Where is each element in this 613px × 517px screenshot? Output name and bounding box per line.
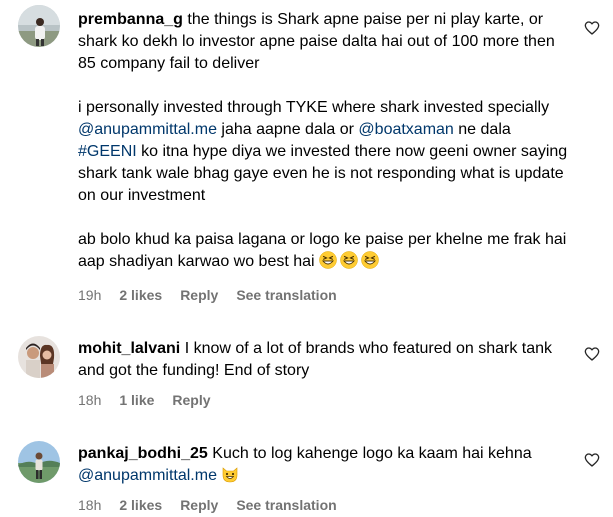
comment-text-segment: jaha aapne dala or: [216, 121, 359, 138]
timestamp: 18h: [78, 392, 102, 408]
reply-button[interactable]: Reply: [180, 287, 218, 303]
avatar[interactable]: [18, 336, 60, 378]
username[interactable]: pankaj_bodhi_25: [78, 445, 208, 462]
comment-paragraph: Kuch to log kahenge logo ka kaam hai keh…: [212, 445, 532, 462]
comment-meta: 19h 2 likes Reply See translation: [78, 287, 337, 303]
comment-text: pankaj_bodhi_25 Kuch to log kahenge logo…: [78, 443, 573, 487]
likes-count[interactable]: 2 likes: [119, 287, 162, 303]
comment-meta: 18h 2 likes Reply See translation: [78, 497, 337, 513]
grinning-squinting-face-icon: [319, 251, 337, 269]
likes-count[interactable]: 1 like: [119, 392, 154, 408]
comment-text-segment: ne dala: [453, 121, 511, 138]
see-translation-button[interactable]: See translation: [236, 497, 336, 513]
username[interactable]: mohit_lalvani: [78, 340, 180, 357]
likes-count[interactable]: 2 likes: [119, 497, 162, 513]
grinning-squinting-face-icon: [361, 251, 379, 269]
comment-meta: 18h 1 like Reply: [78, 392, 229, 408]
grinning-squinting-face-icon: [340, 251, 358, 269]
comment-text: prembanna_g the things is Shark apne pai…: [78, 9, 573, 273]
hashtag-link[interactable]: #GEENI: [78, 143, 137, 160]
reply-button[interactable]: Reply: [172, 392, 210, 408]
mention-link[interactable]: @anupammittal.me: [78, 121, 217, 138]
timestamp: 19h: [78, 287, 102, 303]
see-translation-button[interactable]: See translation: [236, 287, 336, 303]
like-heart-icon[interactable]: [584, 452, 600, 468]
comment-text: mohit_lalvani I know of a lot of brands …: [78, 338, 573, 382]
mention-link[interactable]: @anupammittal.me: [78, 467, 217, 484]
reply-button[interactable]: Reply: [180, 497, 218, 513]
mention-link[interactable]: @boatxaman: [358, 121, 453, 138]
like-heart-icon[interactable]: [584, 20, 600, 36]
like-heart-icon[interactable]: [584, 346, 600, 362]
avatar[interactable]: [18, 5, 60, 47]
grinning-cat-face-icon: [221, 465, 239, 483]
comment-text-segment: i personally invested through TYKE where…: [78, 99, 550, 116]
avatar[interactable]: [18, 441, 60, 483]
comment-text-segment: ko itna hype diya we invested there now …: [78, 143, 568, 204]
username[interactable]: prembanna_g: [78, 11, 183, 28]
timestamp: 18h: [78, 497, 102, 513]
